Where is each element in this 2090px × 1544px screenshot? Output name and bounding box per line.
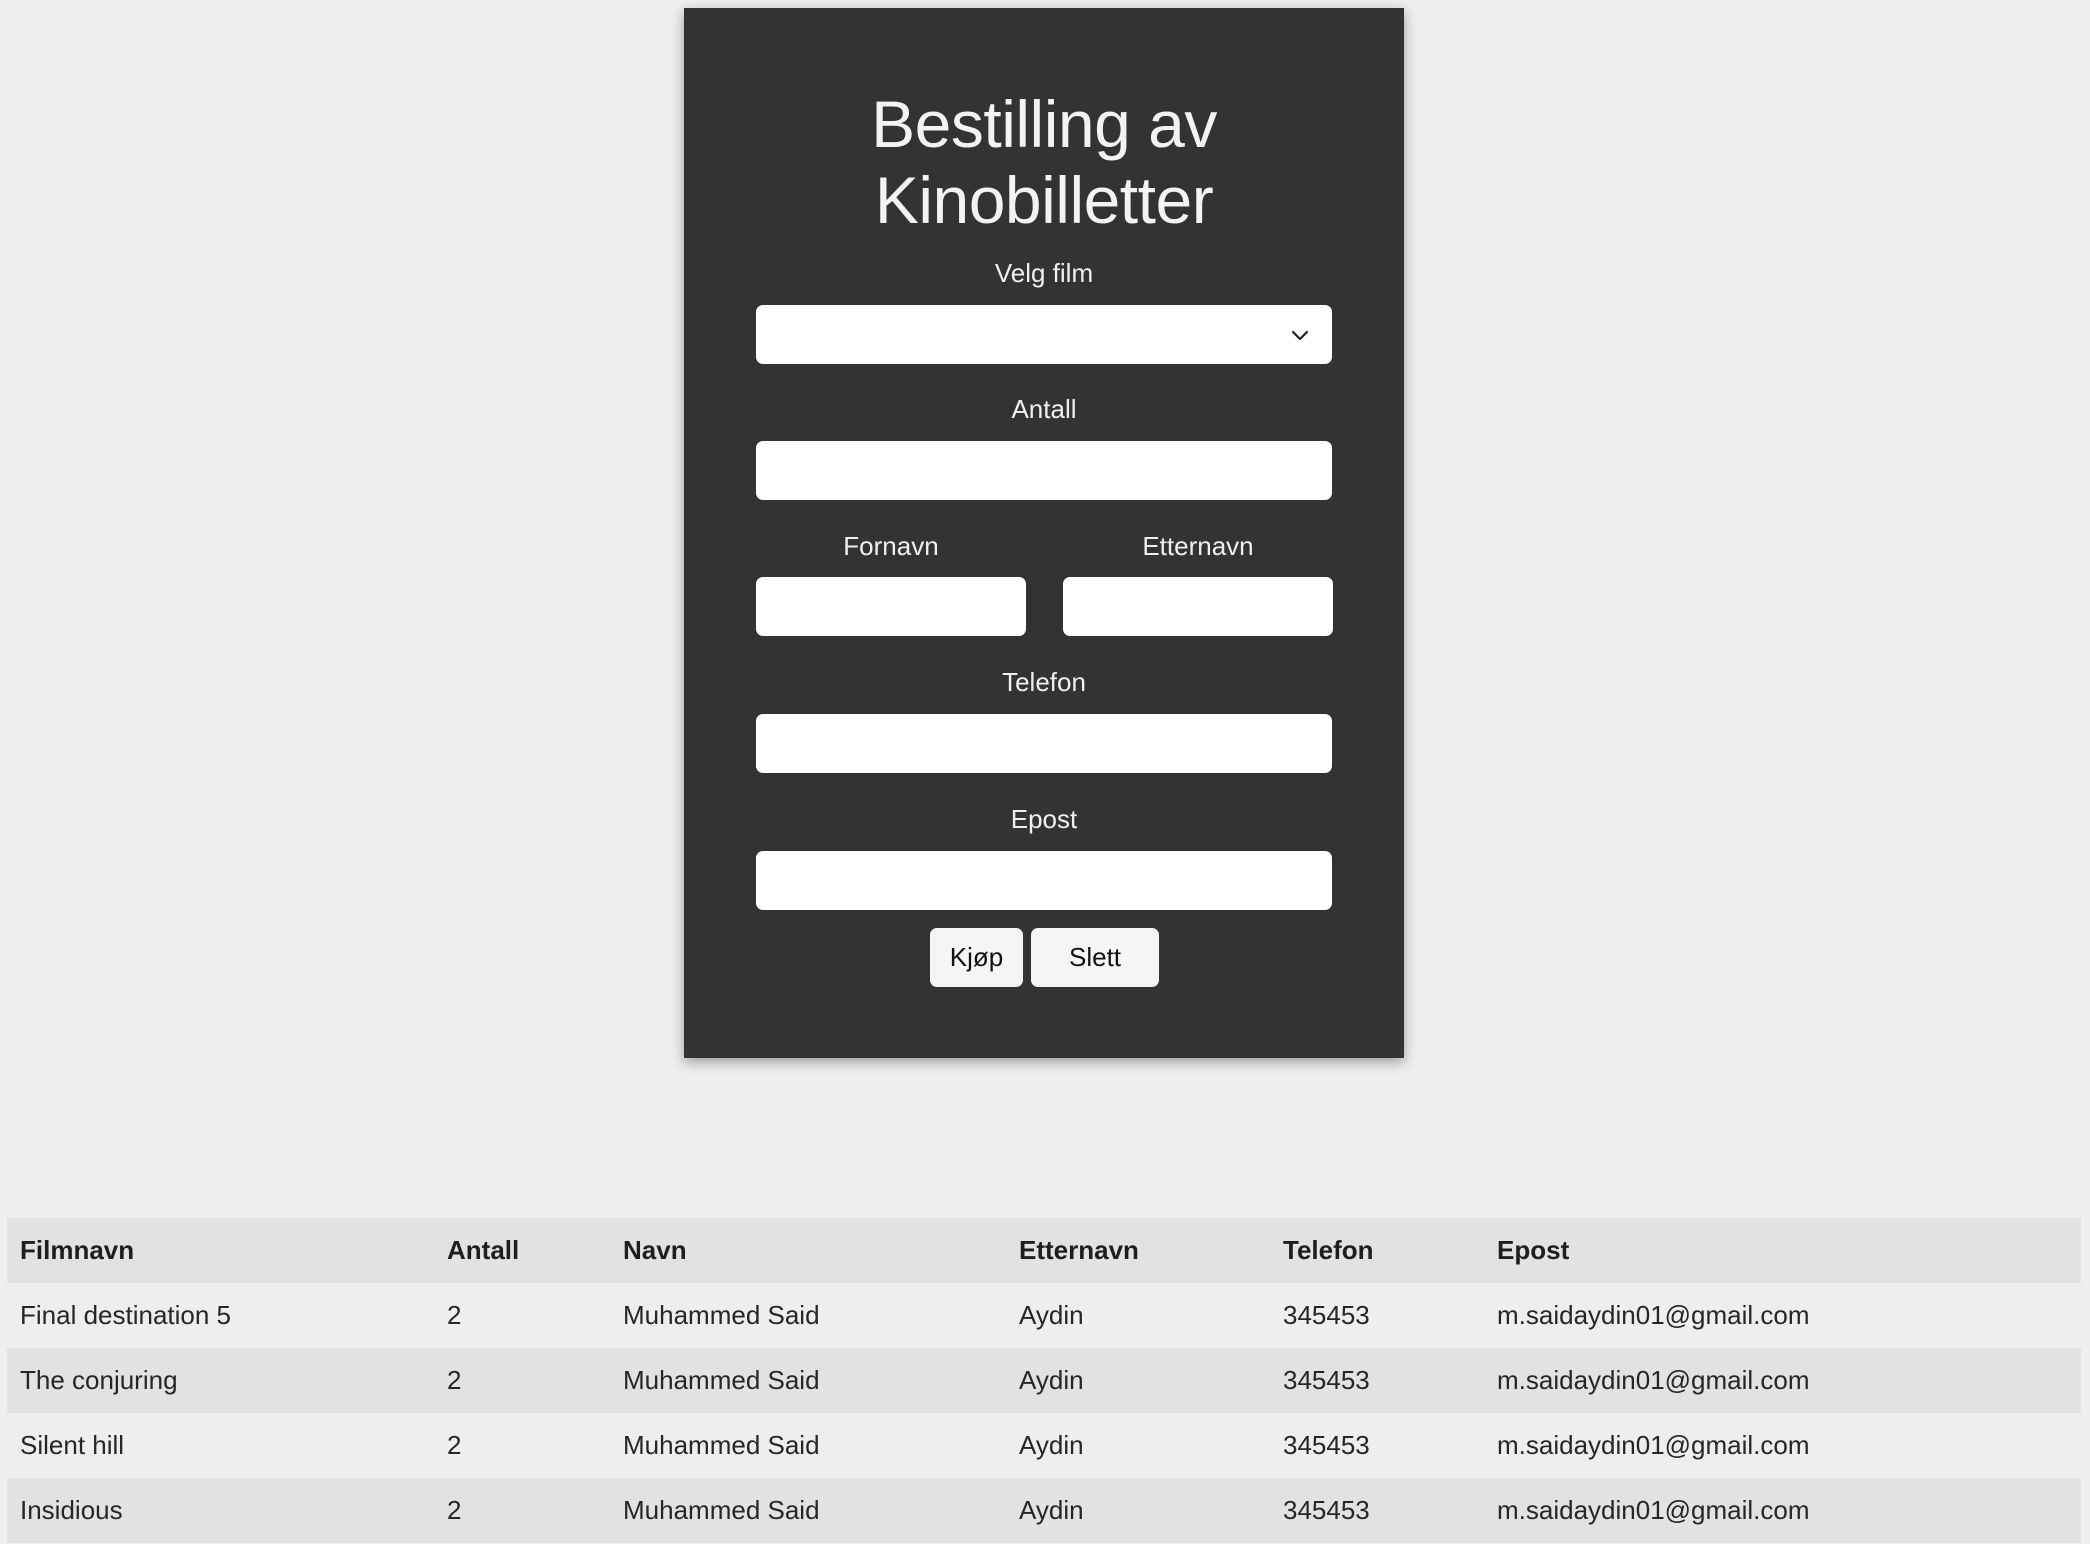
cell-etternavn: Aydin: [1019, 1495, 1084, 1525]
cell-telefon: 345453: [1283, 1300, 1370, 1330]
column-header-filmnavn: Filmnavn: [20, 1235, 135, 1265]
epost-label: Epost: [1010, 804, 1078, 834]
table-row: Insidious 2 Muhammed Said Aydin 345453 m…: [7, 1478, 2081, 1543]
column-header-epost: Epost: [1497, 1235, 1570, 1265]
cell-etternavn: Aydin: [1019, 1365, 1084, 1395]
cell-etternavn: Aydin: [1019, 1430, 1084, 1460]
cell-navn: Muhammed Said: [623, 1430, 820, 1460]
cell-navn: Muhammed Said: [623, 1495, 820, 1525]
cell-epost: m.saidaydin01@gmail.com: [1497, 1495, 1810, 1525]
cell-epost: m.saidaydin01@gmail.com: [1497, 1430, 1810, 1460]
cell-antall: 2: [447, 1495, 462, 1525]
column-header-etternavn: Etternavn: [1019, 1235, 1139, 1265]
column-header-navn: Navn: [623, 1235, 687, 1265]
page-title-line-1: Bestilling av: [871, 87, 1217, 161]
cell-antall: 2: [447, 1300, 462, 1330]
etternavn-label: Etternavn: [1142, 531, 1254, 561]
cell-antall: 2: [447, 1365, 462, 1395]
cell-filmnavn: The conjuring: [20, 1365, 178, 1395]
buy-button[interactable]: Kjøp: [930, 928, 1023, 987]
cell-navn: Muhammed Said: [623, 1365, 820, 1395]
table-header-row: Filmnavn Antall Navn Etternavn Telefon E…: [7, 1218, 2081, 1283]
cell-telefon: 345453: [1283, 1495, 1370, 1525]
fornavn-input[interactable]: [756, 577, 1026, 636]
table-row: Final destination 5 2 Muhammed Said Aydi…: [7, 1283, 2081, 1348]
etternavn-input[interactable]: [1063, 577, 1333, 636]
cell-epost: m.saidaydin01@gmail.com: [1497, 1300, 1810, 1330]
page-title-line-2: Kinobilletter: [874, 163, 1214, 237]
film-select[interactable]: [756, 305, 1332, 364]
cell-antall: 2: [447, 1430, 462, 1460]
epost-input[interactable]: [756, 851, 1332, 910]
column-header-antall: Antall: [447, 1235, 520, 1265]
booking-card: Bestilling av Kinobilletter Velg film An…: [684, 8, 1404, 1058]
cell-epost: m.saidaydin01@gmail.com: [1497, 1365, 1810, 1395]
cell-filmnavn: Insidious: [20, 1495, 123, 1525]
fornavn-label: Fornavn: [843, 531, 939, 561]
orders-table: Filmnavn Antall Navn Etternavn Telefon E…: [7, 1218, 2081, 1543]
column-header-telefon: Telefon: [1283, 1235, 1374, 1265]
page-title: Bestilling av Kinobilletter: [684, 86, 1404, 238]
antall-input[interactable]: [756, 441, 1332, 500]
cell-filmnavn: Final destination 5: [20, 1300, 232, 1330]
table-row: The conjuring 2 Muhammed Said Aydin 3454…: [7, 1348, 2081, 1413]
cell-etternavn: Aydin: [1019, 1300, 1084, 1330]
table-row: Silent hill 2 Muhammed Said Aydin 345453…: [7, 1413, 2081, 1478]
cell-telefon: 345453: [1283, 1365, 1370, 1395]
telefon-label: Telefon: [1002, 667, 1086, 697]
cell-filmnavn: Silent hill: [20, 1430, 125, 1460]
antall-label: Antall: [1011, 394, 1077, 424]
cell-telefon: 345453: [1283, 1430, 1370, 1460]
delete-button[interactable]: Slett: [1031, 928, 1159, 987]
film-select-label: Velg film: [994, 258, 1094, 288]
chevron-down-icon: [1291, 330, 1309, 341]
cell-navn: Muhammed Said: [623, 1300, 820, 1330]
telefon-input[interactable]: [756, 714, 1332, 773]
